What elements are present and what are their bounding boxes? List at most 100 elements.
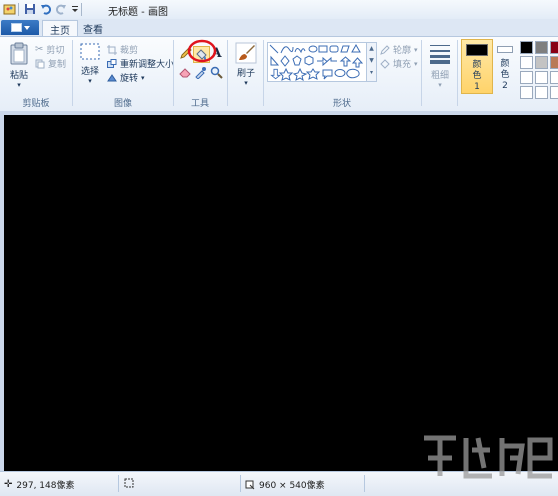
chevron-down-icon: ▾ bbox=[88, 77, 92, 85]
eraser-icon bbox=[179, 68, 191, 78]
canvas-size-icon bbox=[245, 480, 255, 489]
paste-label: 粘贴 bbox=[9, 71, 28, 81]
magnifier-icon bbox=[210, 66, 223, 79]
scroll-up-icon[interactable]: ▲ bbox=[367, 43, 376, 55]
magnifier-tool[interactable] bbox=[209, 65, 224, 80]
redo-icon[interactable] bbox=[54, 2, 68, 16]
color1-swatch bbox=[466, 44, 488, 56]
drawing-canvas[interactable] bbox=[4, 115, 558, 471]
color1-label: 颜色 1 bbox=[472, 60, 482, 92]
selection-size bbox=[124, 478, 134, 488]
cut-label: 剪切 bbox=[46, 46, 65, 56]
outline-button[interactable]: 轮廓 ▾ bbox=[380, 43, 418, 56]
palette-swatch[interactable] bbox=[520, 41, 533, 54]
select-label: 选择 bbox=[80, 67, 99, 77]
chevron-down-icon: ▾ bbox=[244, 79, 248, 87]
shapes-gallery[interactable] bbox=[267, 42, 367, 82]
line-width-icon bbox=[430, 45, 450, 64]
resize-icon bbox=[107, 58, 117, 68]
watermark-logo bbox=[424, 435, 553, 479]
selection-rectangle-icon bbox=[80, 43, 100, 60]
chevron-down-icon: ▾ bbox=[141, 73, 145, 82]
brushes-button[interactable]: 刷子 ▾ bbox=[232, 42, 260, 87]
palette-swatch[interactable] bbox=[535, 71, 548, 84]
color2-label: 颜色 2 bbox=[500, 59, 510, 91]
crop-icon bbox=[107, 44, 117, 55]
paste-button[interactable]: 粘贴 ▾ bbox=[6, 42, 32, 89]
palette-swatch[interactable] bbox=[535, 56, 548, 69]
color2-button[interactable]: 颜色 2 bbox=[494, 39, 516, 92]
palette-swatch[interactable] bbox=[535, 41, 548, 54]
cursor-position-value: 297, 148像素 bbox=[16, 481, 75, 491]
selection-icon bbox=[124, 478, 134, 488]
tab-view[interactable]: 查看 bbox=[78, 20, 108, 36]
status-divider bbox=[364, 475, 365, 492]
palette-swatch[interactable] bbox=[550, 41, 558, 54]
tab-home[interactable]: 主页 bbox=[42, 20, 78, 37]
app-icon[interactable] bbox=[2, 2, 16, 16]
resize-button[interactable]: 重新调整大小 bbox=[107, 57, 174, 70]
chevron-down-icon: ▾ bbox=[17, 81, 21, 89]
rotate-label: 旋转 bbox=[120, 74, 139, 84]
cut-button[interactable]: ✂ 剪切 bbox=[35, 43, 64, 56]
document-icon bbox=[10, 23, 22, 32]
tools-group-label: 工具 bbox=[190, 99, 209, 109]
file-menu-button[interactable] bbox=[1, 20, 39, 35]
clipboard-group-label: 剪贴板 bbox=[22, 99, 50, 109]
size-button[interactable]: 粗细 ▾ bbox=[426, 42, 454, 89]
cursor-position: ✛ 297, 148像素 bbox=[4, 478, 74, 491]
resize-label: 重新调整大小 bbox=[120, 60, 175, 70]
status-divider bbox=[118, 475, 119, 492]
image-group-label: 图像 bbox=[113, 99, 132, 109]
gallery-expand-icon[interactable]: ▾ bbox=[367, 67, 376, 79]
fill-button[interactable]: 填充 ▾ bbox=[380, 57, 418, 70]
chevron-down-icon: ▾ bbox=[438, 81, 442, 89]
color2-swatch bbox=[497, 46, 513, 53]
shapes-scrollbar[interactable]: ▲ ▼ ▾ bbox=[366, 42, 377, 82]
eyedropper-icon bbox=[195, 67, 206, 79]
rotate-icon bbox=[107, 73, 117, 81]
fill-label: 填充 bbox=[393, 60, 412, 70]
color-picker-tool[interactable] bbox=[193, 65, 208, 80]
ribbon: 粘贴 ▾ ✂ 剪切 复制 剪贴板 选择 ▾ 裁剪 重新调整大小 旋转 ▾ 图像 bbox=[0, 36, 558, 112]
ribbon-tab-bar: 主页 查看 bbox=[0, 19, 558, 37]
shapes-group-label: 形状 bbox=[332, 99, 351, 109]
customize-quick-access-icon[interactable] bbox=[68, 2, 82, 16]
chevron-down-icon bbox=[23, 25, 30, 30]
pen-outline-icon bbox=[380, 44, 390, 55]
palette-swatch[interactable] bbox=[520, 56, 533, 69]
group-divider bbox=[421, 40, 422, 106]
copy-icon bbox=[35, 59, 45, 68]
crop-label: 裁剪 bbox=[120, 46, 139, 56]
scissors-icon: ✂ bbox=[35, 44, 44, 55]
select-button[interactable]: 选择 ▾ bbox=[77, 42, 103, 85]
highlight-circle bbox=[187, 39, 217, 63]
copy-button[interactable]: 复制 bbox=[35, 57, 66, 70]
clipboard-icon bbox=[10, 42, 28, 65]
status-divider bbox=[240, 475, 241, 492]
palette-swatch[interactable] bbox=[535, 86, 548, 99]
group-divider bbox=[227, 40, 228, 106]
palette-swatch[interactable] bbox=[520, 71, 533, 84]
rotate-button[interactable]: 旋转 ▾ bbox=[107, 71, 145, 84]
color1-button[interactable]: 颜色 1 bbox=[461, 39, 493, 94]
palette-swatch[interactable] bbox=[520, 86, 533, 99]
size-label: 粗细 bbox=[430, 71, 449, 81]
scroll-down-icon[interactable]: ▼ bbox=[367, 55, 376, 67]
palette-swatch[interactable] bbox=[550, 86, 558, 99]
palette-swatch[interactable] bbox=[550, 56, 558, 69]
undo-icon[interactable] bbox=[39, 2, 53, 16]
canvas-size-value: 960 × 540像素 bbox=[259, 481, 325, 491]
copy-label: 复制 bbox=[48, 60, 67, 70]
chevron-down-icon: ▾ bbox=[414, 45, 418, 54]
brushes-label: 刷子 bbox=[236, 69, 255, 79]
crosshair-icon: ✛ bbox=[4, 479, 13, 490]
eraser-tool[interactable] bbox=[178, 65, 193, 80]
shapes-grid-icon bbox=[269, 43, 364, 82]
crop-button[interactable]: 裁剪 bbox=[107, 43, 138, 56]
paintbrush-icon bbox=[235, 42, 257, 64]
canvas-workspace bbox=[0, 111, 558, 471]
title-bar: 无标题 - 画图 bbox=[0, 0, 558, 20]
palette-swatch[interactable] bbox=[550, 71, 558, 84]
save-icon[interactable] bbox=[23, 2, 37, 16]
